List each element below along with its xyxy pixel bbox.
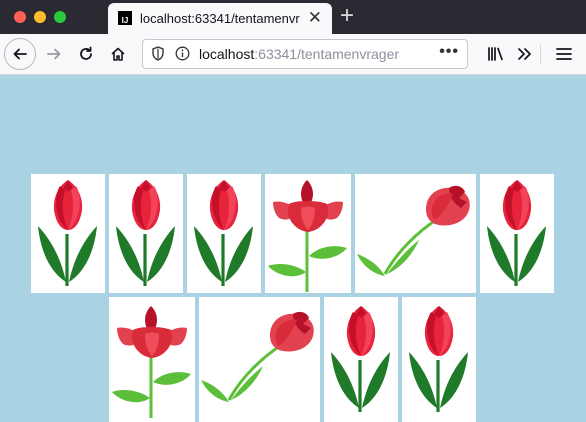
- tulip-image: [402, 297, 476, 422]
- maximize-window-button[interactable]: [54, 11, 66, 23]
- tulip-image: [187, 174, 261, 293]
- more-dots-icon[interactable]: •••: [439, 43, 459, 61]
- intellij-favicon-icon: IJ: [118, 11, 132, 25]
- tulip-upright-illustration: [487, 180, 546, 286]
- home-icon[interactable]: [102, 38, 134, 70]
- tulip-upright-illustration: [409, 306, 468, 412]
- tulip-image: [109, 297, 195, 422]
- tulip-upright-illustration: [194, 180, 253, 286]
- minimize-window-button[interactable]: [34, 11, 46, 23]
- forward-arrow-icon[interactable]: [38, 38, 70, 70]
- tulip-open-illustration: [268, 180, 347, 292]
- close-window-button[interactable]: [14, 11, 26, 23]
- tulip-image: [355, 174, 476, 293]
- tulip-image: [265, 174, 351, 293]
- tulip-image: [31, 174, 105, 293]
- navigation-toolbar: localhost:63341/tentamenvrager •••: [0, 34, 586, 75]
- tab-close-icon[interactable]: ✕: [308, 8, 322, 28]
- tulip-drooping-illustration: [357, 185, 470, 276]
- tulip-image: [109, 174, 183, 293]
- tulip-image: [199, 297, 320, 422]
- tulip-open-illustration: [112, 306, 191, 418]
- url-bar[interactable]: localhost:63341/tentamenvrager •••: [142, 39, 468, 69]
- window-titlebar: IJ localhost:63341/tentamenvragen ✕ +: [0, 0, 586, 34]
- tulip-drooping-illustration: [201, 311, 314, 402]
- browser-tab[interactable]: IJ localhost:63341/tentamenvragen ✕: [108, 3, 332, 34]
- page-content: [0, 75, 586, 422]
- reload-icon[interactable]: [70, 38, 102, 70]
- chevrons-right-icon[interactable]: [508, 38, 540, 70]
- url-text[interactable]: localhost:63341/tentamenvrager: [199, 46, 431, 62]
- tulip-upright-illustration: [331, 306, 390, 412]
- tulip-upright-illustration: [38, 180, 97, 286]
- tab-title: localhost:63341/tentamenvragen: [140, 11, 300, 26]
- url-host: localhost: [199, 46, 255, 62]
- tulip-image: [324, 297, 398, 422]
- new-tab-plus-icon[interactable]: +: [340, 2, 354, 30]
- back-arrow-icon[interactable]: [4, 38, 36, 70]
- hamburger-menu-icon[interactable]: [548, 38, 580, 70]
- url-path: :63341/tentamenvrager: [254, 46, 400, 62]
- tulip-upright-illustration: [116, 180, 175, 286]
- info-icon[interactable]: [175, 46, 190, 64]
- toolbar-divider: [540, 44, 541, 64]
- tulip-image: [480, 174, 554, 293]
- shield-icon[interactable]: [151, 46, 165, 64]
